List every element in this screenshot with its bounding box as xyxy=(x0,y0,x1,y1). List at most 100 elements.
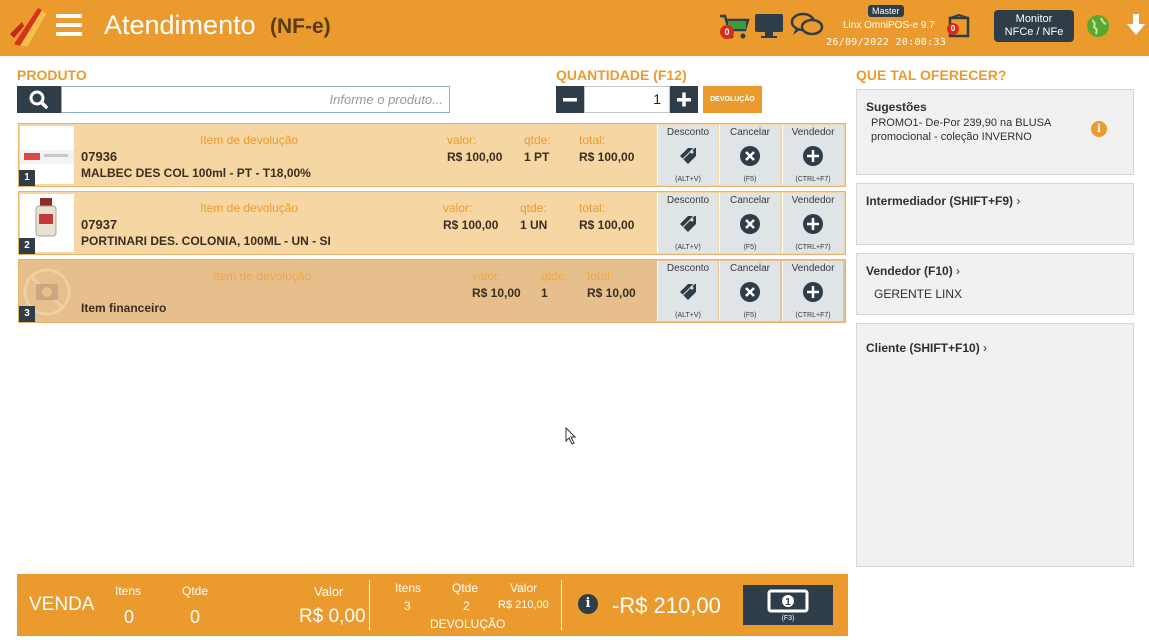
item-valor: R$ 100,00 xyxy=(447,150,503,164)
item-row[interactable]: 3 Item de devolução Item financeiro valo… xyxy=(18,259,846,323)
devolucao-button[interactable]: DEVOLUÇÃO xyxy=(703,86,762,113)
role-badge: Master xyxy=(868,5,904,17)
vendedor-button[interactable]: Vendedor (CTRL+F7) xyxy=(782,193,843,253)
item-row[interactable]: 2 Item de devolução 07937 PORTINARI DES.… xyxy=(18,191,846,255)
pos-version: Linx OmniPOS-e 9.7 xyxy=(843,20,935,31)
cancelar-key: (F5) xyxy=(743,244,757,251)
qty-decrease-button[interactable] xyxy=(556,86,584,113)
dev-itens-value: 3 xyxy=(404,599,411,613)
cancelar-button[interactable]: Cancelar (F5) xyxy=(719,193,780,253)
box-count-badge: 0 xyxy=(947,23,959,35)
vendedor-key: (CTRL+F7) xyxy=(795,312,831,319)
cancelar-key: (F5) xyxy=(743,312,757,319)
monitor-icon[interactable] xyxy=(754,12,784,40)
item-qtde: 1 UN xyxy=(520,218,548,232)
plus-circle-icon xyxy=(803,146,823,166)
valor-label: valor: xyxy=(472,269,502,283)
desconto-button[interactable]: Desconto (ALT+V) xyxy=(657,193,718,253)
vendedor-label: Vendedor xyxy=(791,195,835,206)
vendedor-name: GERENTE LINX xyxy=(874,287,963,301)
vendedor-label: Vendedor xyxy=(791,127,835,138)
close-icon xyxy=(740,146,760,166)
cliente-title: Cliente (SHIFT+F10) › xyxy=(866,341,988,355)
item-description: Item financeiro xyxy=(81,301,167,315)
sugestao-line-2: promocional - coleção INVERNO xyxy=(871,131,1032,143)
globe-icon[interactable] xyxy=(1086,14,1110,38)
item-qtde: 1 xyxy=(541,286,548,300)
item-valor: R$ 10,00 xyxy=(472,286,521,300)
hamburger-menu-icon[interactable] xyxy=(56,14,82,36)
cart-icon[interactable]: 0 xyxy=(716,12,750,42)
divider xyxy=(369,580,370,630)
vendedor-button[interactable]: Vendedor (CTRL+F7) xyxy=(782,125,843,185)
cliente-panel[interactable]: Cliente (SHIFT+F10) › xyxy=(856,323,1134,567)
close-icon xyxy=(740,282,760,302)
tag-icon xyxy=(678,214,696,232)
monitor-nfce-button[interactable]: Monitor NFCe / NFe xyxy=(994,10,1074,42)
item-description: PORTINARI DES. COLONIA, 100ML - UN - SI xyxy=(81,234,331,248)
cancelar-button[interactable]: Cancelar (F5) xyxy=(719,125,780,185)
vendedor-panel[interactable]: Vendedor (F10) › GERENTE LINX xyxy=(856,253,1134,315)
item-total: R$ 10,00 xyxy=(587,286,636,300)
venda-label: VENDA xyxy=(29,594,95,615)
payment-key: (F3) xyxy=(781,615,795,622)
total-label: total: xyxy=(579,201,606,215)
dev-valor-label: Valor xyxy=(510,581,538,595)
itens-label: Itens xyxy=(115,584,142,598)
payment-button[interactable]: 1 (F3) xyxy=(743,585,833,625)
item-row[interactable]: 1 Item de devolução 07936 MALBEC DES COL… xyxy=(18,123,846,187)
quantidade-label: QUANTIDADE (F12) xyxy=(556,67,687,83)
mouse-cursor-icon xyxy=(565,427,577,445)
desconto-button[interactable]: Desconto (ALT+V) xyxy=(657,125,718,185)
desconto-label: Desconto xyxy=(666,263,710,274)
dev-itens-label: Itens xyxy=(395,581,422,595)
item-number: 1 xyxy=(19,170,35,186)
desconto-label: Desconto xyxy=(666,195,710,206)
valor-label: valor: xyxy=(447,133,477,147)
dev-qtde-label: Qtde xyxy=(452,581,479,595)
cart-count-badge: 0 xyxy=(720,25,734,39)
search-icon xyxy=(29,90,48,109)
page-subtitle: (NF-e) xyxy=(270,15,331,38)
desconto-key: (ALT+V) xyxy=(675,312,701,319)
intermediador-panel[interactable]: Intermediador (SHIFT+F9) › xyxy=(856,183,1134,245)
totals-bar: VENDA Itens 0 Qtde 0 Valor R$ 0,00 Itens… xyxy=(17,574,848,636)
cancelar-label: Cancelar xyxy=(729,127,771,138)
quantity-input[interactable]: 1 xyxy=(584,86,670,113)
datetime: 26/09/2022 20:00:33 xyxy=(826,37,947,48)
search-button[interactable] xyxy=(17,86,61,113)
item-valor: R$ 100,00 xyxy=(443,218,499,232)
total-value: -R$ 210,00 xyxy=(612,593,721,618)
plus-circle-icon xyxy=(803,282,823,302)
qtde-value: 0 xyxy=(190,607,201,627)
dev-valor-value: R$ 210,00 xyxy=(498,599,549,611)
item-qtde: 1 PT xyxy=(524,150,550,164)
sugestoes-title: Sugestões xyxy=(866,100,927,114)
monitor-label-2: NFCe / NFe xyxy=(1004,26,1064,38)
cancelar-label: Cancelar xyxy=(729,263,771,274)
offer-label: QUE TAL OFERECER? xyxy=(856,67,1007,83)
app-logo xyxy=(10,8,46,46)
cancelar-button[interactable]: Cancelar (F5) xyxy=(719,261,780,321)
info-icon[interactable]: i xyxy=(1091,121,1107,137)
item-code: 07937 xyxy=(81,217,118,232)
vendedor-title: Vendedor (F10) › xyxy=(866,264,961,278)
monitor-label-1: Monitor xyxy=(1015,13,1053,25)
qtde-label: qtde: xyxy=(520,201,547,215)
info-icon[interactable]: i xyxy=(578,594,598,614)
vendedor-button[interactable]: Vendedor (CTRL+F7) xyxy=(782,261,843,321)
arrow-down-icon[interactable] xyxy=(1125,12,1147,38)
qtde-label: qtde: xyxy=(541,269,568,283)
desconto-button[interactable]: Desconto (ALT+V) xyxy=(657,261,718,321)
box-icon[interactable]: 0 xyxy=(946,13,972,38)
page-title: Atendimento xyxy=(104,10,256,40)
qty-increase-button[interactable] xyxy=(670,86,698,113)
product-search-input[interactable]: Informe o produto... xyxy=(61,86,450,113)
chat-icon[interactable] xyxy=(790,12,824,38)
vendedor-key: (CTRL+F7) xyxy=(795,176,831,183)
itens-value: 0 xyxy=(124,607,135,627)
divider xyxy=(561,580,562,630)
total-label: total: xyxy=(587,269,614,283)
minus-icon xyxy=(563,98,577,102)
sugestoes-panel: Sugestões PROMO1- De-Por 239,90 na BLUSA… xyxy=(856,89,1134,175)
